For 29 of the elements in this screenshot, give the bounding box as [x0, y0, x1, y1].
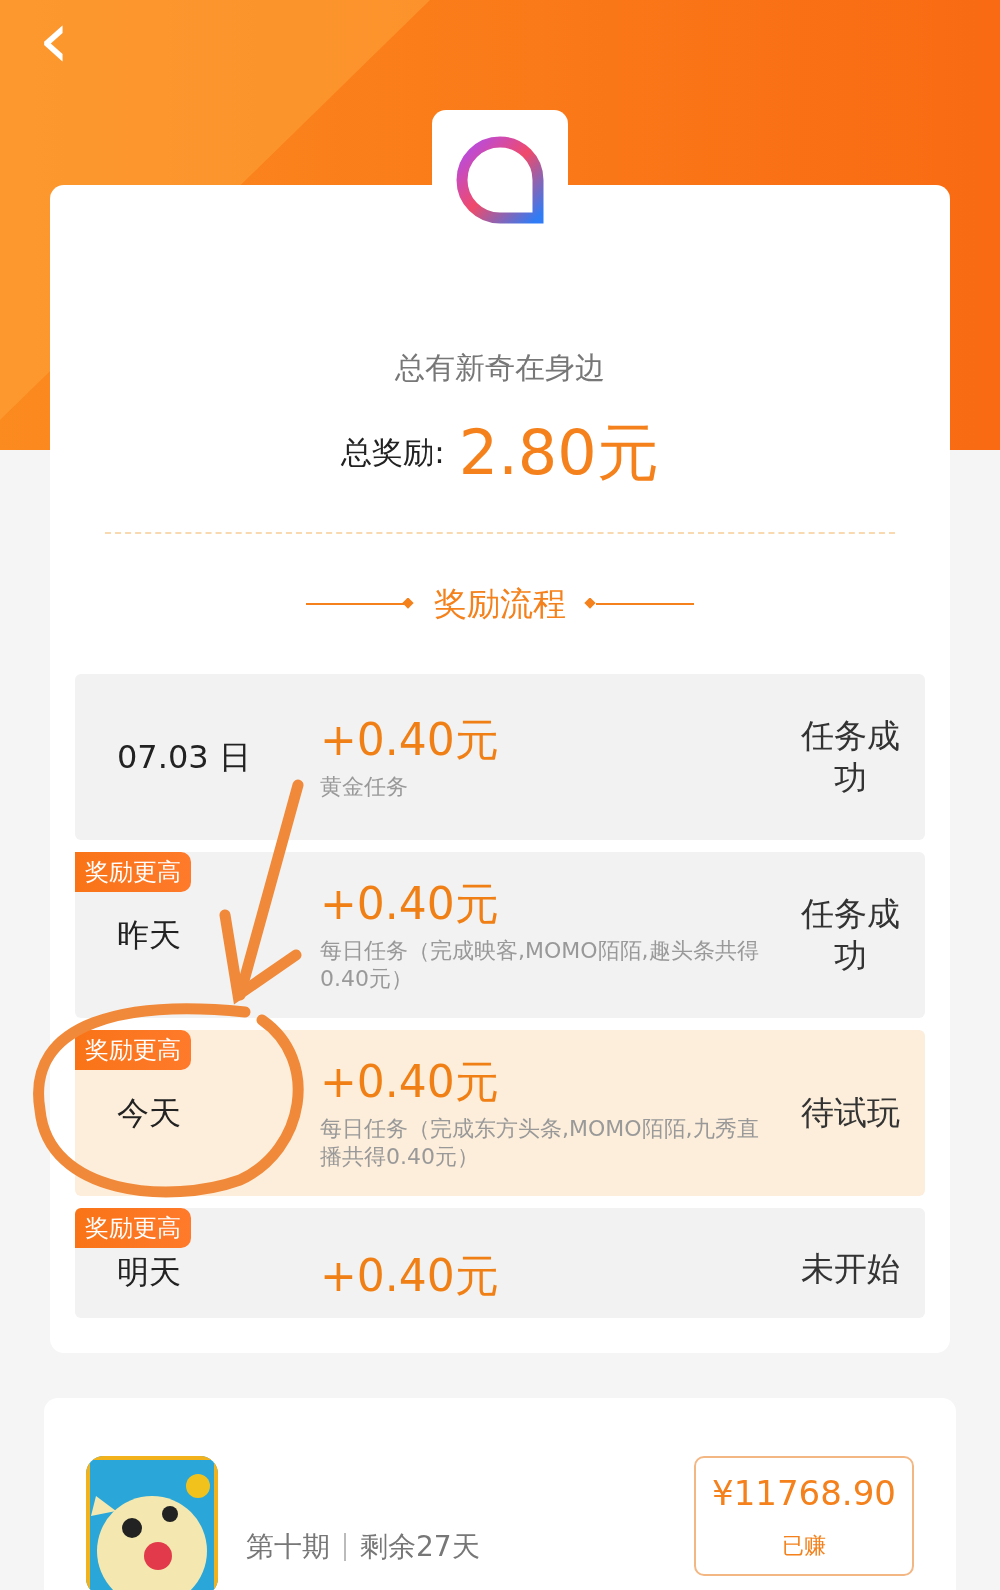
total-reward-label: 总奖励:: [341, 432, 445, 472]
reward-badge: 奖励更高: [75, 1207, 191, 1248]
remaining-days: 剩余27天: [360, 1525, 480, 1568]
task-description: 黄金任务: [320, 773, 409, 801]
task-status: 任务成功: [799, 714, 901, 799]
row-date: 07.03 日: [117, 737, 251, 776]
task-description: 每日任务（完成映客,MOMO陌陌,趣头条共得0.40元）: [320, 937, 760, 993]
slogan-text: 总有新奇在身边: [395, 349, 605, 387]
reward-amount: +0.40元: [320, 713, 500, 767]
total-reward-value: 2.80元: [458, 414, 659, 491]
price-text: ¥11768.90: [712, 1471, 896, 1515]
reward-amount: +0.40元: [320, 877, 500, 931]
reward-amount: +0.40元: [320, 1055, 500, 1109]
row-date: 明天: [117, 1252, 181, 1291]
section-title: 奖励流程: [434, 583, 566, 625]
row-date: 今天: [117, 1093, 181, 1132]
earned-label: 已赚: [782, 1531, 826, 1560]
left-divider-icon: [306, 597, 416, 610]
period-text: 第十期: [246, 1528, 330, 1565]
task-status: 待试玩: [799, 1091, 901, 1134]
back-button[interactable]: ‹: [38, 0, 70, 80]
reward-badge: 奖励更高: [75, 1029, 191, 1070]
right-divider-icon: [584, 597, 694, 610]
task-status: 任务成功: [799, 892, 901, 977]
task-description: 每日任务（完成东方头条,MOMO陌陌,九秀直播共得0.40元）: [320, 1115, 760, 1171]
row-date: 昨天: [117, 915, 181, 954]
task-status: 未开始: [799, 1247, 901, 1290]
reward-amount: +0.40元: [320, 1248, 500, 1303]
reward-badge: 奖励更高: [75, 851, 191, 892]
